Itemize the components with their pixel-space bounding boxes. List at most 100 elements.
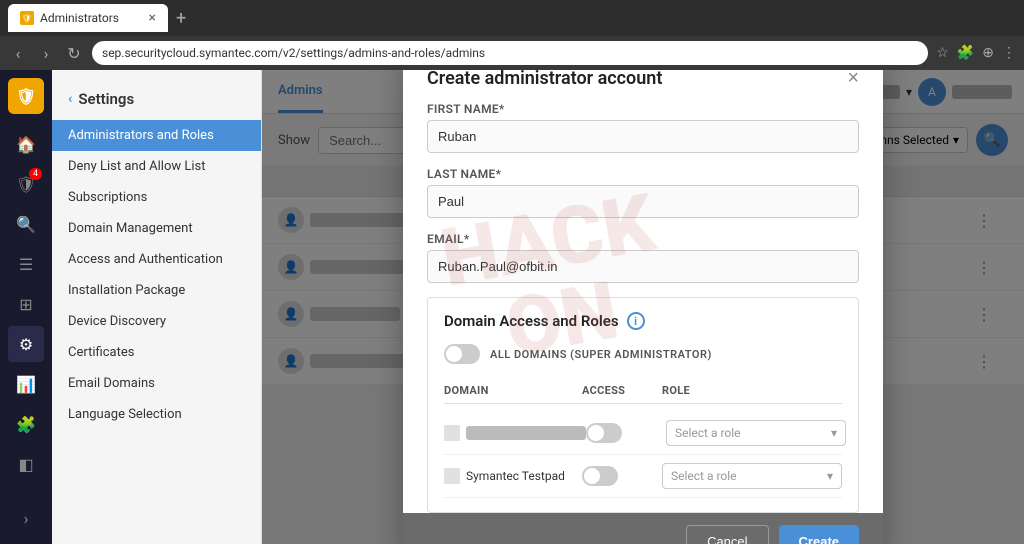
refresh-button[interactable]: ↻ <box>64 44 84 63</box>
domain-toggle-0[interactable] <box>586 423 622 443</box>
role-placeholder-1: Select a role <box>671 469 737 483</box>
sidebar-item-deny-list-label: Deny List and Allow List <box>68 159 205 174</box>
role-placeholder-0: Select a role <box>675 426 741 440</box>
sidebar-icon-shield[interactable]: 🛡 4 <box>8 166 44 202</box>
sidebar-icon-home[interactable]: 🏠 <box>8 126 44 162</box>
sidebar-icon-settings[interactable]: ⚙ <box>8 326 44 362</box>
tab-title: Administrators <box>40 11 119 25</box>
toggle-knob-0 <box>588 425 604 441</box>
domain-access-section: Domain Access and Roles i ALL DOMAINS (S… <box>427 297 859 513</box>
sidebar-icon-list[interactable]: ☰ <box>8 246 44 282</box>
sidebar-item-deny-list[interactable]: Deny List and Allow List <box>52 151 261 182</box>
modal-footer: Cancel Create <box>403 513 883 544</box>
logo-text: 🛡 <box>16 87 36 106</box>
sidebar-item-domain-mgmt-label: Domain Management <box>68 221 193 236</box>
sidebar-item-admins[interactable]: Administrators and Roles <box>52 120 261 151</box>
sidebar-item-device-discovery-label: Device Discovery <box>68 314 166 329</box>
profile-icon[interactable]: ⊕ <box>982 45 994 61</box>
tab-close-button[interactable]: × <box>149 10 156 26</box>
domain-name-1: Symantec Testpad <box>444 468 582 484</box>
domain-section-header: Domain Access and Roles i <box>444 312 842 330</box>
app-logo: 🛡 <box>8 78 44 114</box>
url-bar[interactable]: sep.securitycloud.symantec.com/v2/settin… <box>92 41 928 65</box>
role-select-1[interactable]: Select a role ▾ <box>662 463 842 489</box>
cancel-button[interactable]: Cancel <box>686 525 768 544</box>
toggle-knob <box>446 346 462 362</box>
modal-title: Create administrator account <box>427 70 662 89</box>
first-name-label: FIRST NAME* <box>427 102 859 116</box>
domain-name-0 <box>444 425 586 441</box>
first-name-group: FIRST NAME* <box>427 102 859 153</box>
sidebar-icon-grid[interactable]: ⊞ <box>8 286 44 322</box>
domain-icon-0 <box>444 425 460 441</box>
domain-toggle-1[interactable] <box>582 466 618 486</box>
sidebar-item-subscriptions-label: Subscriptions <box>68 190 147 205</box>
settings-sidebar: ‹ Settings Administrators and Roles Deny… <box>52 70 262 544</box>
url-text: sep.securitycloud.symantec.com/v2/settin… <box>102 46 485 60</box>
sidebar-item-installation[interactable]: Installation Package <box>52 275 261 306</box>
sidebar-item-device-discovery[interactable]: Device Discovery <box>52 306 261 337</box>
last-name-input[interactable] <box>427 185 859 218</box>
all-domains-label: ALL DOMAINS (SUPER ADMINISTRATOR) <box>490 348 712 361</box>
domain-role-1: Select a role ▾ <box>662 463 842 489</box>
domain-info-icon[interactable]: i <box>627 312 645 330</box>
browser-tab[interactable]: 🛡 Administrators × <box>8 4 168 32</box>
domain-icon-1 <box>444 468 460 484</box>
domain-name-blurred-0 <box>466 426 586 440</box>
address-bar-row: ‹ › ↻ sep.securitycloud.symantec.com/v2/… <box>0 36 1024 70</box>
create-button[interactable]: Create <box>779 525 859 544</box>
browser-action-icons: ☆ 🧩 ⊕ ⋮ <box>936 45 1016 61</box>
sidebar-icon-puzzle[interactable]: 🧩 <box>8 406 44 442</box>
sidebar-expand-button[interactable]: › <box>8 500 44 536</box>
all-domains-toggle-row: ALL DOMAINS (SUPER ADMINISTRATOR) <box>444 344 842 364</box>
sidebar-item-certificates-label: Certificates <box>68 345 134 360</box>
sidebar-item-language[interactable]: Language Selection <box>52 399 261 430</box>
back-button[interactable]: ‹ <box>8 44 28 63</box>
create-admin-modal: Create administrator account × FIRST NAM… <box>403 70 883 544</box>
settings-header-label: Settings <box>78 90 134 108</box>
modal-close-button[interactable]: × <box>847 70 859 90</box>
sidebar-item-access-auth[interactable]: Access and Authentication <box>52 244 261 275</box>
bookmark-icon[interactable]: ☆ <box>936 45 949 61</box>
email-input[interactable] <box>427 250 859 283</box>
domain-row-1: Symantec Testpad Select a role ▾ <box>444 455 842 498</box>
sidebar-item-domain-mgmt[interactable]: Domain Management <box>52 213 261 244</box>
domain-row-0: Select a role ▾ <box>444 412 842 455</box>
extensions-icon[interactable]: 🧩 <box>957 45 974 61</box>
sidebar-item-access-auth-label: Access and Authentication <box>68 252 223 267</box>
sidebar-item-certificates[interactable]: Certificates <box>52 337 261 368</box>
first-name-input[interactable] <box>427 120 859 153</box>
role-select-0[interactable]: Select a role ▾ <box>666 420 846 446</box>
toggle-knob-1 <box>584 468 600 484</box>
role-chevron-icon-1: ▾ <box>827 469 833 483</box>
sidebar-item-admins-label: Administrators and Roles <box>68 128 214 143</box>
sidebar-item-email-domains-label: Email Domains <box>68 376 155 391</box>
domain-access-0 <box>586 423 666 443</box>
domain-col-header: DOMAIN <box>444 384 582 397</box>
browser-chrome: 🛡 Administrators × + <box>0 0 1024 36</box>
sidebar-icon-layers[interactable]: ◧ <box>8 446 44 482</box>
sidebar-item-subscriptions[interactable]: Subscriptions <box>52 182 261 213</box>
shield-badge: 4 <box>29 168 42 180</box>
sidebar-icon-chart[interactable]: 📊 <box>8 366 44 402</box>
modal-header: Create administrator account × <box>403 70 883 102</box>
domain-table-header: DOMAIN ACCESS ROLE <box>444 378 842 404</box>
settings-sidebar-header[interactable]: ‹ Settings <box>52 82 261 120</box>
last-name-label: LAST NAME* <box>427 167 859 181</box>
sidebar-item-language-label: Language Selection <box>68 407 182 422</box>
all-domains-toggle[interactable] <box>444 344 480 364</box>
main-content: Admins 🖥 🔍 👤 🔔 2 ⊞ 🌐 ▾ A <box>262 70 1024 544</box>
sidebar-icon-search[interactable]: 🔍 <box>8 206 44 242</box>
forward-button[interactable]: › <box>36 44 56 63</box>
new-tab-button[interactable]: + <box>176 8 186 29</box>
domain-section-title: Domain Access and Roles <box>444 312 619 330</box>
sidebar-item-email-domains[interactable]: Email Domains <box>52 368 261 399</box>
tab-favicon: 🛡 <box>20 11 34 25</box>
domain-role-0: Select a role ▾ <box>666 420 846 446</box>
modal-body: FIRST NAME* LAST NAME* EMAIL* Domain Acc… <box>403 102 883 513</box>
sidebar-item-installation-label: Installation Package <box>68 283 185 298</box>
access-col-header: ACCESS <box>582 384 662 397</box>
role-chevron-icon-0: ▾ <box>831 426 837 440</box>
browser-menu-icon[interactable]: ⋮ <box>1002 45 1016 61</box>
back-arrow-icon: ‹ <box>68 91 72 107</box>
